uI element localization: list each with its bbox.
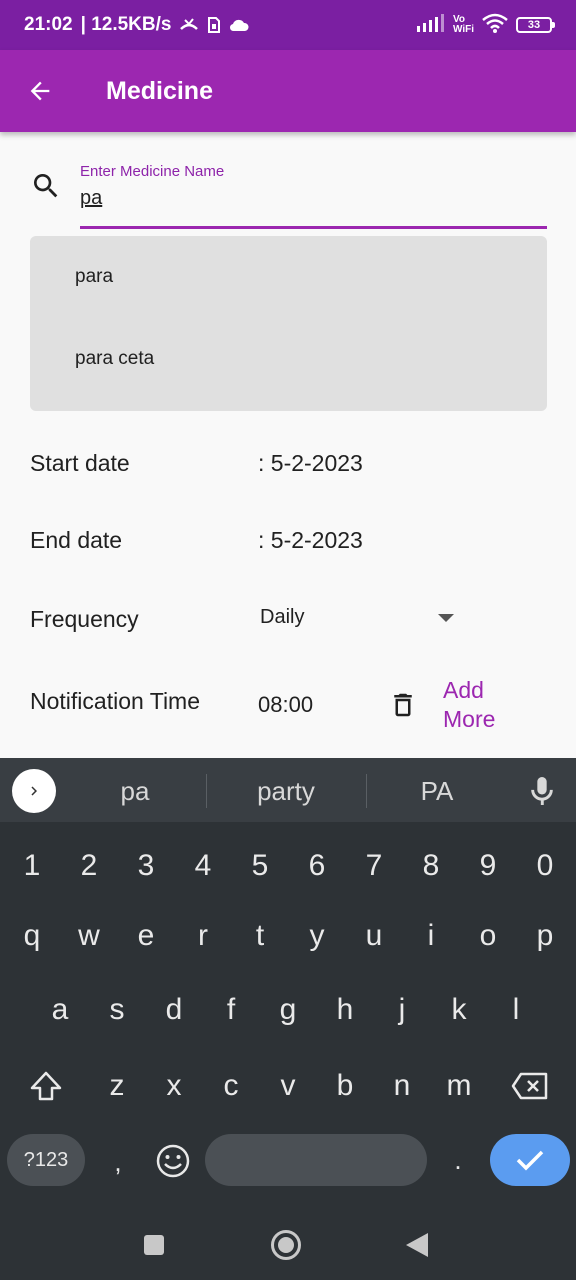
search-input-value: pa	[80, 187, 103, 209]
nav-back-button[interactable]	[406, 1233, 428, 1257]
signal-icon	[416, 13, 445, 37]
symbols-key[interactable]: ?123	[7, 1134, 85, 1186]
key[interactable]: p	[525, 911, 565, 961]
key[interactable]: h	[325, 985, 365, 1035]
home-button[interactable]	[271, 1230, 301, 1260]
microphone-icon[interactable]	[528, 774, 556, 808]
dropdown-arrow-icon[interactable]	[438, 614, 454, 622]
status-bar: 21:02 | 12.5KB/s Vo WiFi 33	[0, 0, 576, 50]
key[interactable]: k	[439, 985, 479, 1035]
search-field-label: Enter Medicine Name	[80, 163, 225, 180]
battery-indicator: 33	[516, 17, 555, 33]
key[interactable]: j	[382, 985, 422, 1035]
expand-toolbar-button[interactable]	[12, 769, 56, 813]
key[interactable]: b	[325, 1061, 365, 1111]
key[interactable]: 5	[240, 841, 280, 891]
notification-time-label: Notification Time	[30, 688, 201, 714]
start-date-label: Start date	[30, 450, 130, 476]
notification-time-value[interactable]: 08:00	[258, 692, 313, 718]
key[interactable]: l	[496, 985, 536, 1035]
key[interactable]: 0	[525, 841, 565, 891]
key[interactable]: c	[211, 1061, 251, 1111]
search-icon	[34, 174, 58, 198]
vowifi-indicator: Vo WiFi	[453, 15, 474, 35]
key[interactable]: n	[382, 1061, 422, 1111]
key[interactable]: 1	[12, 841, 52, 891]
home-icon	[278, 1237, 294, 1253]
cloud-icon	[229, 18, 250, 32]
key[interactable]: 6	[297, 841, 337, 891]
key[interactable]: 4	[183, 841, 223, 891]
key[interactable]: y	[297, 911, 337, 961]
enter-key[interactable]	[490, 1134, 570, 1186]
end-date-label: End date	[30, 527, 123, 553]
backspace-icon	[511, 1072, 548, 1100]
key[interactable]: q	[12, 911, 52, 961]
vowifi-bottom: WiFi	[452, 24, 474, 35]
key[interactable]: a	[40, 985, 80, 1035]
check-icon	[516, 1150, 544, 1171]
keyboard-suggestion-strip: pa party PA	[0, 758, 576, 822]
key[interactable]: u	[354, 911, 394, 961]
frequency-dropdown[interactable]: Daily	[260, 606, 304, 629]
add-more-button[interactable]: Add More	[443, 676, 533, 728]
back-button[interactable]	[0, 50, 80, 132]
wifi-icon	[482, 13, 508, 38]
medicine-search-input[interactable]	[80, 183, 547, 229]
key[interactable]: 3	[126, 841, 166, 891]
emoji-icon[interactable]	[154, 1142, 192, 1180]
soft-keyboard: pa party PA 1234567890 qwertyuiop asdfgh…	[0, 758, 576, 1280]
key[interactable]: w	[69, 911, 109, 961]
app-bar: Medicine	[0, 50, 576, 132]
page-title: Medicine	[106, 76, 213, 105]
key[interactable]: 2	[69, 841, 109, 891]
status-time: 21:02	[24, 14, 73, 35]
status-network-speed: | 12.5KB/s	[80, 14, 172, 35]
keyboard-suggestion[interactable]: PA	[362, 776, 512, 807]
key[interactable]: f	[211, 985, 251, 1035]
end-date-value[interactable]: : 5-2-2023	[258, 527, 363, 554]
key[interactable]: x	[154, 1061, 194, 1111]
frequency-label: Frequency	[30, 606, 139, 632]
recent-apps-button[interactable]	[144, 1235, 164, 1255]
arrow-back-icon	[30, 81, 50, 101]
keyboard-suggestion[interactable]: party	[211, 776, 361, 807]
delete-icon[interactable]	[388, 688, 418, 722]
key[interactable]: m	[439, 1061, 479, 1111]
shift-key[interactable]	[20, 1061, 72, 1111]
key[interactable]: o	[468, 911, 508, 961]
period-key[interactable]: .	[440, 1134, 476, 1186]
key[interactable]: d	[154, 985, 194, 1035]
missed-call-icon	[179, 17, 199, 33]
battery-level: 33	[527, 19, 541, 31]
comma-key[interactable]: ,	[100, 1134, 136, 1186]
key[interactable]: e	[126, 911, 166, 961]
keyboard-suggestion[interactable]: pa	[60, 776, 210, 807]
suggestion-item[interactable]: para	[75, 266, 113, 288]
space-key[interactable]	[205, 1134, 427, 1186]
key[interactable]: 7	[354, 841, 394, 891]
shift-icon	[30, 1071, 62, 1101]
start-date-value[interactable]: : 5-2-2023	[258, 450, 363, 477]
key[interactable]: i	[411, 911, 451, 961]
key[interactable]: t	[240, 911, 280, 961]
add-more-line2: More	[443, 706, 496, 728]
key[interactable]: s	[97, 985, 137, 1035]
key[interactable]: z	[97, 1061, 137, 1111]
backspace-key[interactable]	[504, 1061, 556, 1111]
strip-divider	[206, 774, 207, 808]
key[interactable]: 9	[468, 841, 508, 891]
add-more-line1: Add	[443, 677, 484, 703]
chevron-right-icon	[31, 786, 37, 796]
suggestion-list: para para ceta	[30, 236, 547, 411]
key[interactable]: 8	[411, 841, 451, 891]
suggestion-item[interactable]: para ceta	[75, 348, 154, 370]
key[interactable]: v	[268, 1061, 308, 1111]
key[interactable]: r	[183, 911, 223, 961]
key[interactable]: g	[268, 985, 308, 1035]
sim-icon	[207, 16, 221, 34]
